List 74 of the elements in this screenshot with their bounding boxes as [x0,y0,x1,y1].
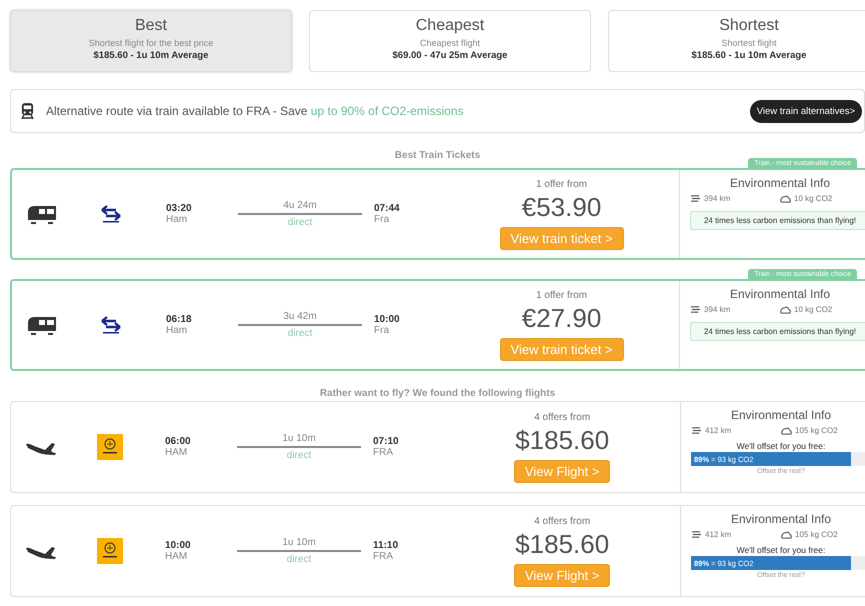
arrival-time: 07:10 [373,436,400,447]
train-icon [26,203,58,225]
train-icon [26,314,58,336]
departure-time: 03:20 [166,203,193,214]
view-offer-button[interactable]: View Flight > [514,460,610,482]
section-heading: Rather want to fly? We found the following flights [318,388,556,399]
distance: 412 km [705,426,732,435]
offers-count: 4 offers from [534,516,590,526]
rail-logo-icon [99,205,123,223]
co2-amount: 105 kg CO2 [795,530,838,539]
co2-amount: 10 kg CO2 [794,305,832,314]
arrival-time: 11:10 [373,540,400,551]
price: €53.90 [522,192,602,222]
environmental-info-title: Environmental Info [728,176,832,190]
environmental-info-title: Environmental Info [728,287,832,301]
route-icon [690,305,701,314]
offers-count: 1 offer from [536,290,588,300]
offers-count: 4 offers from [534,412,590,422]
duration: 1u 10m [282,433,316,444]
duration: 3u 42m [283,311,317,322]
departure-time: 06:18 [166,314,193,325]
offset-title: We'll offset for you free: [736,545,826,555]
distance: 394 km [704,305,730,314]
departure-time: 10:00 [165,540,192,551]
duration: 1u 10m [282,537,316,548]
sort-tab[interactable]: Cheapest Cheapest flight $69.00 - 47u 25m Average [309,10,591,72]
airline-logo-icon [97,538,123,564]
arrival-time: 10:00 [374,314,401,325]
route-icon [691,530,702,539]
price: €27.90 [522,302,602,334]
emissions-note: 24 times less carbon emissions than flying! [690,211,865,230]
train-icon [21,102,34,120]
route-icon [691,426,702,435]
rail-logo-icon [99,316,123,334]
distance: 412 km [705,530,732,539]
airline-logo-icon [97,434,123,460]
cloud-icon [781,530,792,538]
arrival-airport: Fra [374,325,390,336]
departure-airport: HAM [165,551,188,562]
offers-count: 1 offer from [536,178,588,190]
stops-label: direct [286,450,312,461]
banner-text: Alternative route via train available to FRA - Save up to 90% of CO2-emissions [46,104,465,118]
view-offer-button[interactable]: View Flight > [514,564,610,586]
departure-time: 06:00 [165,436,192,447]
price: $185.60 [515,424,610,456]
cloud-icon [781,426,792,434]
arrival-airport: FRA [373,447,394,458]
emissions-note: 24 times less carbon emissions than flying! [690,322,865,341]
section-heading: Best Train Tickets [394,150,482,161]
arrival-airport: Fra [374,214,390,225]
stops-label: direct [288,328,312,339]
price: $185.60 [515,528,610,560]
sort-tab[interactable]: Shortest Shortest flight $185.60 - 1u 10m Average [608,10,865,72]
view-offer-button[interactable]: View train ticket > [500,226,624,250]
cloud-icon [780,306,791,314]
departure-airport: HAM [165,447,188,458]
distance: 394 km [704,194,730,203]
sort-tab[interactable]: Best Shortest flight for the best price $185.60 - 1u 10m Average [10,10,292,72]
co2-amount: 105 kg CO2 [795,426,838,435]
arrival-airport: FRA [373,551,394,562]
departure-airport: Ham [166,325,188,336]
cloud-icon [780,194,791,202]
stops-label: direct [288,217,312,228]
view-offer-button[interactable]: View train ticket > [500,338,624,360]
departure-airport: Ham [166,214,188,225]
co2-amount: 10 kg CO2 [794,194,832,203]
view-train-alternatives-button[interactable]: View train alternatives> [750,100,862,122]
route-icon [690,194,701,203]
environmental-info-title: Environmental Info [730,408,832,422]
offset-title: We'll offset for you free: [736,441,826,451]
duration: 4u 24m [283,200,317,211]
stops-label: direct [286,554,312,565]
arrival-time: 07:44 [374,203,401,214]
environmental-info-title: Environmental Info [730,512,832,526]
